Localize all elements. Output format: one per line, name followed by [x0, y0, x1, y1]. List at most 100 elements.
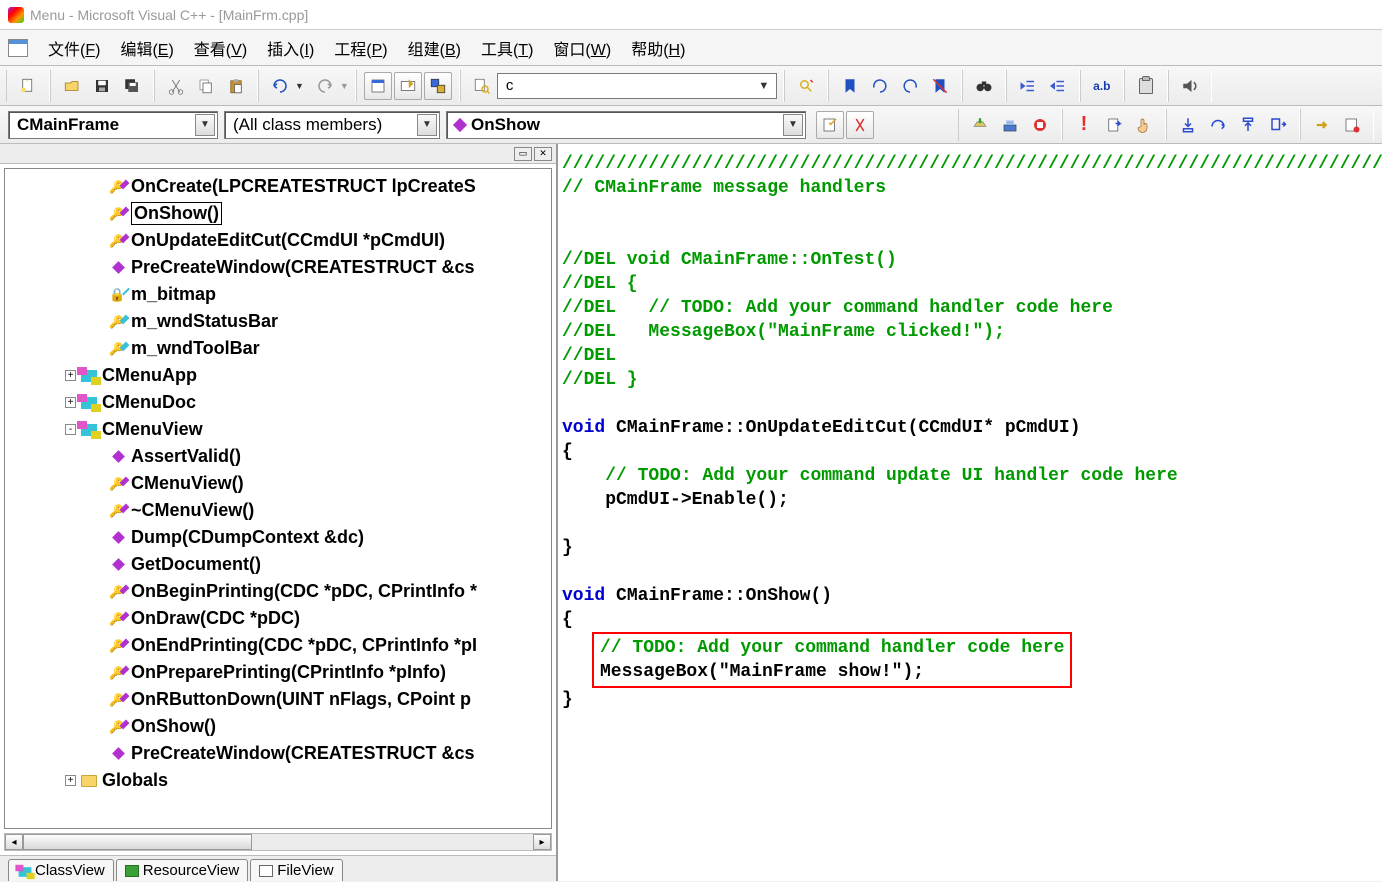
tree-node[interactable]: PreCreateWindow(CREATESTRUCT &cs: [5, 254, 551, 281]
tree-node[interactable]: 🔑OnDraw(CDC *pDC): [5, 605, 551, 632]
search-button[interactable]: [792, 72, 820, 100]
redo-button[interactable]: [311, 72, 339, 100]
compile-button[interactable]: [966, 111, 994, 139]
tree-node[interactable]: Dump(CDumpContext &dc): [5, 524, 551, 551]
menu-w[interactable]: 窗口(W): [543, 32, 621, 64]
run-to-cursor-button[interactable]: [1264, 111, 1292, 139]
go-button[interactable]: [1100, 111, 1128, 139]
tab-fileview[interactable]: FileView: [250, 859, 342, 881]
goto-definition-button[interactable]: [816, 111, 844, 139]
tree-node[interactable]: 🔑OnShow(): [5, 200, 551, 227]
step-over-button[interactable]: [1204, 111, 1232, 139]
tab-resourceview[interactable]: ResourceView: [116, 859, 248, 881]
tree-label: ~CMenuView(): [131, 500, 254, 521]
increase-indent-button[interactable]: [1044, 72, 1072, 100]
tab-classview[interactable]: ClassView: [8, 859, 114, 881]
tree-node[interactable]: 🔑OnPreparePrinting(CPrintInfo *pInfo): [5, 659, 551, 686]
class-tree[interactable]: 🔑OnCreate(LPCREATESTRUCT lpCreateS🔑OnSho…: [4, 168, 552, 829]
class-combo[interactable]: CMainFrame ▼: [8, 111, 218, 139]
copy-button[interactable]: [192, 72, 220, 100]
tree-node[interactable]: 🔒m_bitmap: [5, 281, 551, 308]
tree-node[interactable]: 🔑~CMenuView(): [5, 497, 551, 524]
expand-icon[interactable]: +: [65, 370, 76, 381]
filter-combo[interactable]: (All class members) ▼: [224, 111, 440, 139]
menu-t[interactable]: 工具(T): [471, 32, 543, 64]
tree-node[interactable]: PreCreateWindow(CREATESTRUCT &cs: [5, 740, 551, 767]
undo-dropdown-icon[interactable]: ▼: [295, 81, 304, 91]
code-line: MessageBox("MainFrame show!");: [600, 662, 924, 682]
execute-button[interactable]: !: [1070, 111, 1098, 139]
window-list-button[interactable]: [424, 72, 452, 100]
tree-node[interactable]: 🔑m_wndStatusBar: [5, 308, 551, 335]
tree-label: OnUpdateEditCut(CCmdUI *pCmdUI): [131, 230, 445, 251]
menu-v[interactable]: 查看(V): [184, 32, 257, 64]
insert-breakpoint-button[interactable]: [1338, 111, 1366, 139]
bookmark-next-button[interactable]: [866, 72, 894, 100]
scroll-left-button[interactable]: ◂: [5, 834, 23, 850]
code-line: }: [562, 538, 573, 558]
tree-node[interactable]: 🔑OnRButtonDown(UINT nFlags, CPoint p: [5, 686, 551, 713]
tree-node[interactable]: +CMenuDoc: [5, 389, 551, 416]
pin-button[interactable]: ▭: [514, 147, 532, 161]
menu-f[interactable]: 文件(F): [38, 32, 110, 64]
tree-node[interactable]: 🔑OnCreate(LPCREATESTRUCT lpCreateS: [5, 173, 551, 200]
scroll-right-button[interactable]: ▸: [533, 834, 551, 850]
tree-node[interactable]: 🔑OnEndPrinting(CDC *pDC, CPrintInfo *pI: [5, 632, 551, 659]
tree-node[interactable]: -CMenuView: [5, 416, 551, 443]
output-window-button[interactable]: [394, 72, 422, 100]
bookmark-prev-button[interactable]: [896, 72, 924, 100]
tree-node[interactable]: +Globals: [5, 767, 551, 794]
step-out-button[interactable]: [1234, 111, 1262, 139]
scroll-thumb[interactable]: [23, 834, 252, 850]
delete-button[interactable]: [1132, 72, 1160, 100]
tree-node[interactable]: 🔑m_wndToolBar: [5, 335, 551, 362]
goto-reference-button[interactable]: [846, 111, 874, 139]
breakpoint-hand-button[interactable]: [1130, 111, 1158, 139]
nav-forward-button[interactable]: [1308, 111, 1336, 139]
tree-label: PreCreateWindow(CREATESTRUCT &cs: [131, 257, 475, 278]
binoculars-button[interactable]: [970, 72, 998, 100]
expand-icon[interactable]: +: [65, 397, 76, 408]
sound-button[interactable]: [1176, 72, 1204, 100]
code-editor[interactable]: ////////////////////////////////////////…: [558, 144, 1382, 881]
undo-button[interactable]: [266, 72, 294, 100]
save-all-button[interactable]: [118, 72, 146, 100]
stop-build-button[interactable]: [1026, 111, 1054, 139]
step-into-button[interactable]: [1174, 111, 1202, 139]
menu-p[interactable]: 工程(P): [324, 32, 397, 64]
find-combo[interactable]: c ▼: [497, 73, 777, 99]
paste-button[interactable]: [222, 72, 250, 100]
close-pane-button[interactable]: ✕: [534, 147, 552, 161]
save-button[interactable]: [88, 72, 116, 100]
decrease-indent-button[interactable]: [1014, 72, 1042, 100]
bookmark-clear-button[interactable]: [926, 72, 954, 100]
menu-i[interactable]: 插入(I): [257, 32, 324, 64]
redo-dropdown-icon[interactable]: ▼: [340, 81, 349, 91]
class-icon: [80, 397, 98, 409]
tree-node[interactable]: AssertValid(): [5, 443, 551, 470]
member-combo[interactable]: OnShow ▼: [446, 111, 806, 139]
menu-b[interactable]: 组建(B): [398, 32, 471, 64]
method-icon: 🔑: [109, 207, 127, 221]
complete-word-button[interactable]: a.b: [1088, 72, 1116, 100]
bookmark-toggle-button[interactable]: [836, 72, 864, 100]
tree-node[interactable]: 🔑OnBeginPrinting(CDC *pDC, CPrintInfo *: [5, 578, 551, 605]
mdi-control-icon[interactable]: [8, 39, 28, 57]
build-button[interactable]: [996, 111, 1024, 139]
method-icon: [109, 749, 127, 758]
menu-h[interactable]: 帮助(H): [621, 32, 695, 64]
horizontal-scrollbar[interactable]: ◂ ▸: [4, 833, 552, 851]
workspace-window-button[interactable]: [364, 72, 392, 100]
cut-button[interactable]: [162, 72, 190, 100]
expand-icon[interactable]: +: [65, 775, 76, 786]
find-in-files-button[interactable]: [468, 72, 496, 100]
tree-node[interactable]: 🔑OnUpdateEditCut(CCmdUI *pCmdUI): [5, 227, 551, 254]
tree-node[interactable]: GetDocument(): [5, 551, 551, 578]
new-document-button[interactable]: [14, 72, 42, 100]
menu-e[interactable]: 编辑(E): [110, 32, 183, 64]
tree-node[interactable]: 🔑OnShow(): [5, 713, 551, 740]
open-button[interactable]: [58, 72, 86, 100]
collapse-icon[interactable]: -: [65, 424, 76, 435]
tree-node[interactable]: 🔑CMenuView(): [5, 470, 551, 497]
tree-node[interactable]: +CMenuApp: [5, 362, 551, 389]
